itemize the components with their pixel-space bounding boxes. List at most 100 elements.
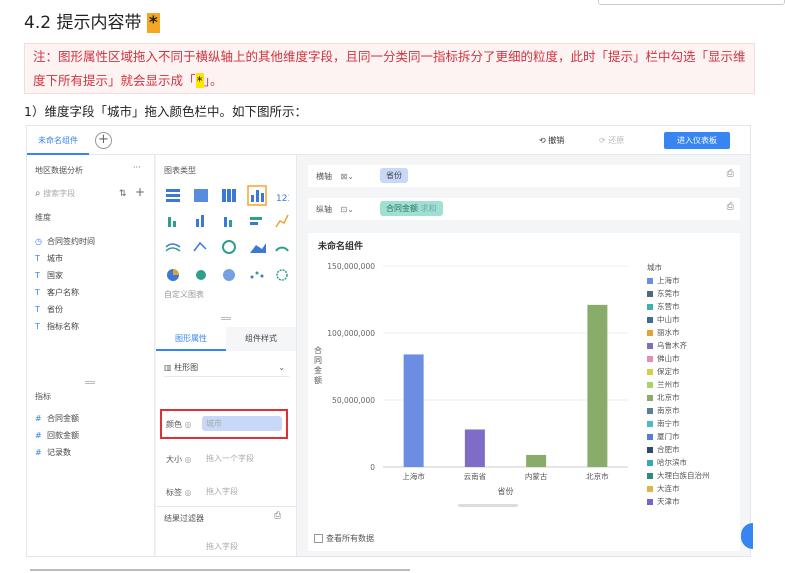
config-panel: 图表类型 123: [156, 155, 297, 556]
legend-item[interactable]: 佛山市: [647, 352, 710, 365]
list-item[interactable]: T 指标名称: [35, 318, 150, 335]
text-field-icon: T: [35, 305, 40, 314]
bar-chart-icon: ▥: [164, 363, 172, 372]
y-axis-field-chip[interactable]: 合同金额 求和: [380, 201, 443, 216]
legend-label: 合肥市: [657, 445, 680, 454]
axis-settings-icon: ⊠⌄: [340, 172, 354, 181]
legend-swatch: [647, 343, 653, 349]
resize-handle[interactable]: [85, 381, 95, 384]
legend-item[interactable]: 天津市: [647, 495, 710, 508]
y-tick-label: 100,000,000: [327, 329, 375, 338]
y-tick-label: 0: [370, 463, 375, 472]
search-icon: ⌕: [35, 188, 41, 199]
size-property[interactable]: 大小 ◎ 拖入一个字段: [164, 447, 289, 471]
bar-chart: 0 50,000,000 100,000,000 150,000,000 上海市 云南省 内…: [314, 262, 628, 507]
legend-item[interactable]: 大理白族自治州: [647, 469, 710, 482]
legend-label: 天津市: [657, 497, 680, 506]
legend-swatch: [647, 356, 653, 362]
legend-swatch: [647, 330, 653, 336]
legend-item[interactable]: 丽水市: [647, 326, 710, 339]
resize-handle[interactable]: [221, 317, 231, 320]
y-axis-title-char: 金: [314, 365, 322, 375]
search-input[interactable]: ⌕ 搜索字段: [35, 188, 115, 202]
tab-shape-properties[interactable]: 图形属性: [156, 327, 226, 351]
legend-item[interactable]: 合肥市: [647, 443, 710, 456]
chart-legend: 城市 上海市东莞市 东营市 中山市 丽水市 乌鲁木齐 佛山市 保定市 兰州市 北京市 南京市 南宁市…: [647, 261, 710, 506]
legend-item[interactable]: 东莞市: [647, 287, 710, 300]
list-item[interactable]: # 记录数: [35, 444, 150, 461]
add-field-icon[interactable]: +: [135, 185, 145, 199]
legend-item[interactable]: 乌鲁木齐: [647, 339, 710, 352]
label-property[interactable]: 标签 ◎ 拖入字段: [164, 480, 289, 504]
list-item[interactable]: T 客户名称: [35, 284, 150, 301]
x-axis-field-chip[interactable]: 省份: [380, 168, 408, 183]
color-field-chip[interactable]: 城市: [202, 416, 282, 431]
list-item[interactable]: T 城市: [35, 250, 150, 267]
x-tick-label: 北京市: [586, 471, 609, 481]
list-item[interactable]: T 国家: [35, 267, 150, 284]
undo-button[interactable]: ⟲ 撤销: [539, 135, 564, 146]
color-settings-icon: ◎: [184, 420, 192, 429]
tab-component-style[interactable]: 组件样式: [226, 327, 296, 351]
legend-label: 大理白族自治州: [657, 471, 710, 480]
y-axis-lock-icon[interactable]: ⎙: [727, 202, 734, 212]
legend-item[interactable]: 南京市: [647, 404, 710, 417]
tab-component[interactable]: 未命名组件: [27, 126, 89, 155]
label-drop-zone[interactable]: 拖入字段: [202, 484, 282, 499]
chart-type-grid[interactable]: 123: [164, 185, 289, 295]
legend-item[interactable]: 东营市: [647, 300, 710, 313]
legend-swatch: [647, 395, 653, 401]
legend-item[interactable]: 中山市: [647, 313, 710, 326]
chart-panel: 未命名组件 0 50,000,000 100,000,000 150,000,000 上…: [308, 233, 740, 551]
legend-item[interactable]: 南宁市: [647, 417, 710, 430]
more-icon[interactable]: ···: [133, 163, 141, 172]
filter-settings-icon[interactable]: ⎙: [274, 511, 281, 521]
list-item[interactable]: # 回款金额: [35, 427, 150, 444]
redo-button[interactable]: ⟳ 还原: [599, 135, 624, 146]
sort-icon[interactable]: ⇅: [119, 189, 127, 199]
legend-item[interactable]: 上海市: [647, 274, 710, 287]
color-property[interactable]: 颜色 ◎ 城市: [164, 412, 289, 436]
x-axis-shelf[interactable]: 横轴 ⊠⌄ 省份 ⎙: [308, 165, 740, 187]
chart-type-select[interactable]: ▥ 柱形图 ⌄: [164, 359, 289, 377]
x-tick-label: 内蒙古: [525, 471, 548, 481]
legend-item[interactable]: 保定市: [647, 365, 710, 378]
legend-item[interactable]: 大连市: [647, 482, 710, 495]
y-axis-label: 纵轴 ⊡⌄: [316, 205, 354, 214]
legend-item[interactable]: 哈尔滨市: [647, 456, 710, 469]
legend-swatch: [647, 486, 653, 492]
step1-text: 1）维度字段「城市」拖入颜色栏中。如下图所示：: [24, 104, 307, 119]
legend-swatch: [647, 291, 653, 297]
bar: [464, 429, 485, 467]
x-axis-lock-icon[interactable]: ⎙: [727, 169, 734, 179]
legend-swatch: [647, 369, 653, 375]
note-text: 注：图形属性区域拖入不同于横纵轴上的其他维度字段，且同一分类同一指标拆分了更细的…: [33, 49, 746, 88]
legend-label: 上海市: [657, 276, 680, 285]
floating-help-button[interactable]: [741, 523, 753, 549]
y-axis-shelf[interactable]: 纵轴 ⊡⌄ 合同金额 求和 ⎙: [308, 198, 740, 220]
size-drop-zone[interactable]: 拖入一个字段: [202, 451, 282, 466]
cut-off-text-line: [0, 566, 785, 573]
measure-list: # 合同金额 # 回款金额 # 记录数: [35, 410, 150, 461]
list-item[interactable]: # 合同金额: [35, 410, 150, 427]
list-item[interactable]: ◷ 合同签约时间: [35, 233, 150, 250]
legend-item[interactable]: 厦门市: [647, 430, 710, 443]
legend-swatch: [647, 382, 653, 388]
legend-title: 城市: [647, 263, 662, 272]
divider: [156, 506, 297, 507]
legend-item[interactable]: 北京市: [647, 391, 710, 404]
number-field-icon: #: [35, 414, 42, 423]
dimension-list: ◷ 合同签约时间 T 城市 T 国家 T 客户名称 T 省份 T 指标名称: [35, 233, 150, 335]
number-field-icon: #: [35, 431, 42, 440]
legend-item[interactable]: 兰州市: [647, 378, 710, 391]
add-tab-button[interactable]: +: [95, 132, 112, 149]
size-settings-icon: ◎: [184, 455, 192, 464]
show-all-data-checkbox[interactable]: 查看所有数据: [314, 533, 374, 544]
custom-chart-link[interactable]: 自定义图表: [164, 289, 204, 300]
x-axis-label: 横轴 ⊠⌄: [316, 172, 354, 181]
enter-dashboard-button[interactable]: 进入仪表板: [664, 132, 730, 149]
legend-swatch: [647, 278, 653, 284]
filter-drop-zone[interactable]: 拖入字段: [206, 541, 238, 552]
y-axis-title-char: 合: [314, 345, 322, 355]
list-item[interactable]: T 省份: [35, 301, 150, 318]
